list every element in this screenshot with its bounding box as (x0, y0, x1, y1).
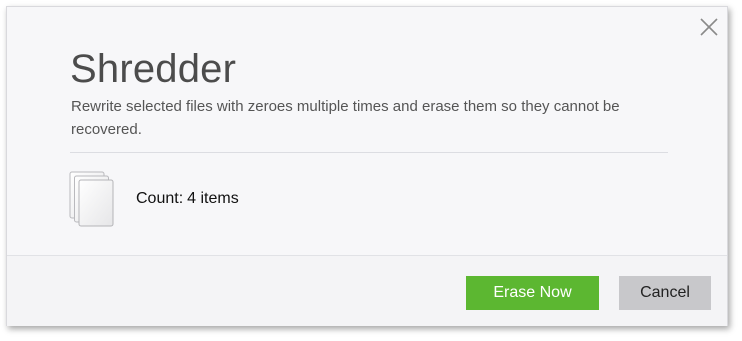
divider (70, 152, 668, 153)
erase-now-button[interactable]: Erase Now (466, 276, 599, 310)
cancel-button[interactable]: Cancel (619, 276, 711, 310)
item-count: Count: 4 items (136, 190, 239, 208)
dialog-description: Rewrite selected files with zeroes multi… (71, 98, 620, 138)
dialog-footer: Erase Now Cancel (7, 255, 727, 326)
count-value: 4 items (187, 190, 239, 207)
stacked-files-icon (69, 171, 114, 227)
dialog-title: Shredder (70, 47, 237, 91)
count-label: Count: (136, 190, 184, 207)
shredder-dialog: Shredder Rewrite selected files with zer… (6, 6, 728, 326)
close-button[interactable] (697, 15, 721, 39)
close-icon (700, 18, 718, 36)
